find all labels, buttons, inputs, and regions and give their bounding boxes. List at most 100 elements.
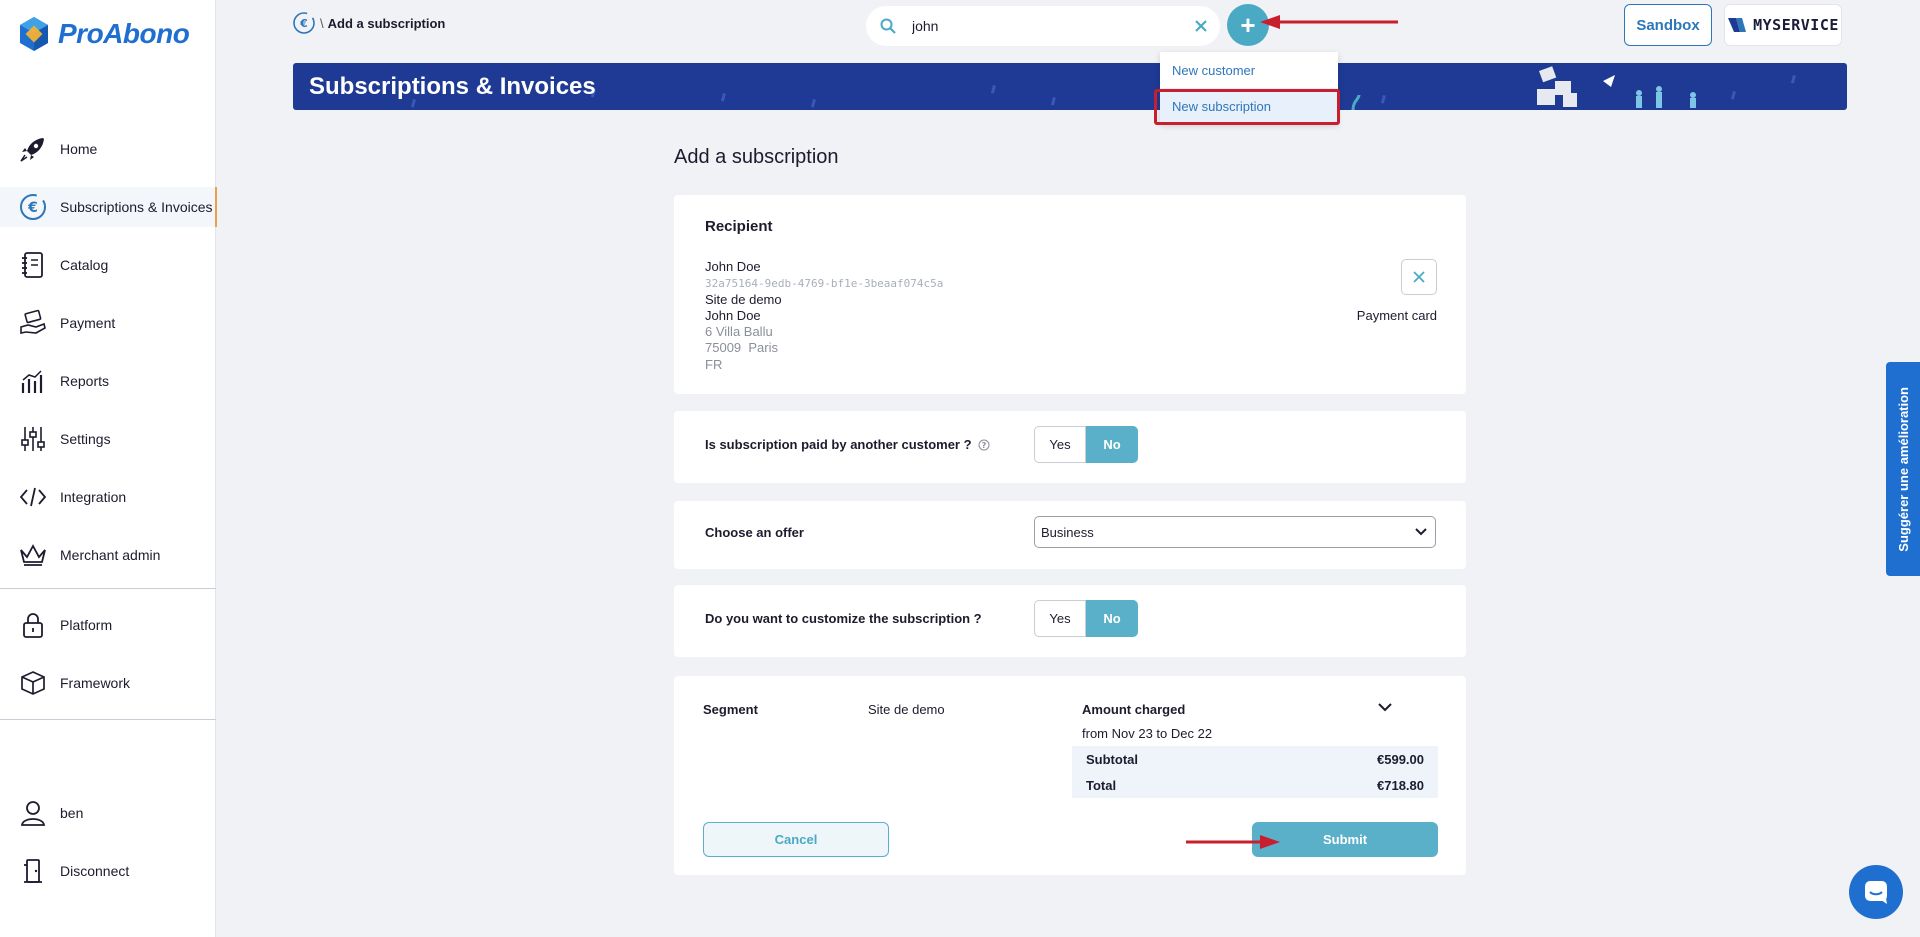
service-switcher[interactable]: MYSERVICE [1724,4,1842,46]
sidebar-item-settings[interactable]: Settings [0,419,216,459]
sidebar-item-platform[interactable]: Platform [0,605,216,645]
annotation-highlight-box [1154,89,1340,125]
main-nav: Home € Subscriptions & Invoices Catalog … [0,129,217,575]
summary-card: Segment Site de demo Amount charged from… [674,676,1466,875]
banner-title: Subscriptions & Invoices [309,73,596,100]
total-value: €718.80 [1377,777,1424,793]
sandbox-button[interactable]: Sandbox [1624,4,1712,46]
brand-name: ProAbono [58,18,190,49]
paid-by-other-toggle: Yes No [1034,426,1138,463]
sidebar-item-label: Platform [60,617,113,633]
recipient-country: FR [705,357,723,372]
recipient-street: 6 Villa Ballu [705,324,773,339]
recipient-contact: John Doe [705,308,761,323]
sidebar-item-label: Home [60,141,98,157]
sidebar-item-label: Subscriptions & Invoices [60,199,213,215]
sidebar-item-label: Reports [60,373,110,389]
recipient-site: Site de demo [705,292,782,307]
sidebar-divider [0,719,216,720]
chevron-down-icon[interactable] [1376,698,1394,716]
subtotal-value: €599.00 [1377,751,1424,767]
amount-charged-label: Amount charged [1082,702,1186,717]
customize-toggle: Yes No [1034,600,1138,637]
customize-no[interactable]: No [1086,600,1138,637]
section-banner: Subscriptions & Invoices [293,63,1847,110]
recipient-id: 32a75164-9edb-4769-bf1e-3beaaf074c5a [705,277,944,290]
sidebar-item-framework[interactable]: Framework [0,663,216,703]
paid-by-other-card: Is subscription paid by another customer… [674,411,1466,483]
subtotal-row: Subtotal €599.00 [1072,746,1438,772]
proabono-logo-icon [20,17,48,51]
total-label: Total [1086,777,1117,793]
notebook-icon [18,250,48,280]
subtotal-label: Subtotal [1086,751,1138,767]
customize-question: Do you want to customize the subscriptio… [705,611,982,626]
search-bar [866,6,1220,46]
clear-search-icon[interactable] [1194,19,1208,33]
menu-item-new-customer[interactable]: New customer [1160,52,1338,88]
offer-select[interactable]: Business [1034,516,1436,548]
total-row: Total €718.80 [1072,772,1438,798]
sidebar-item-label: Payment [60,315,116,331]
suggest-improvement-label: Suggérer une amélioration [1895,386,1911,552]
annotation-arrow-submit [1186,835,1280,849]
page-title: Add a subscription [674,146,839,168]
reports-chart-icon [18,366,48,396]
recipient-heading: Recipient [705,218,773,235]
sidebar-item-label: Settings [60,431,111,447]
sidebar-item-merchant-admin[interactable]: Merchant admin [0,535,216,575]
payment-method: Payment card [1356,308,1437,323]
sidebar-item-home[interactable]: Home [0,129,216,169]
search-input[interactable] [912,18,1194,34]
paid-by-other-yes[interactable]: Yes [1034,426,1086,463]
remove-recipient-button[interactable] [1401,259,1437,295]
sidebar-item-user[interactable]: ben [0,793,216,833]
sidebar-item-subscriptions[interactable]: € Subscriptions & Invoices [0,187,217,227]
recipient-card: Recipient John Doe 32a75164-9edb-4769-bf… [674,195,1466,394]
crown-icon [18,540,48,570]
svg-text:€: € [299,17,308,30]
customize-card: Do you want to customize the subscriptio… [674,585,1466,657]
sidebar-item-label: ben [60,805,84,821]
annotation-arrow-plus [1260,15,1398,29]
service-name: MYSERVICE [1753,16,1839,34]
close-icon [1413,271,1425,283]
paid-by-other-no[interactable]: No [1086,426,1138,463]
offer-label: Choose an offer [705,525,804,540]
sidebar-item-payment[interactable]: Payment [0,303,216,343]
sidebar-item-label: Disconnect [60,863,130,879]
sidebar-item-catalog[interactable]: Catalog [0,245,216,285]
paid-by-other-label: Is subscription paid by another customer… [705,437,972,452]
payment-hand-icon [18,308,48,338]
sidebar-item-label: Catalog [60,257,109,273]
sidebar-item-disconnect[interactable]: Disconnect [0,851,216,891]
sidebar-divider [0,588,216,589]
user-nav: ben Disconnect [0,793,216,891]
sidebar-item-label: Merchant admin [60,547,161,563]
help-icon[interactable]: ? [978,439,990,451]
brand-logo[interactable]: ProAbono [18,16,190,52]
door-icon [18,856,48,886]
segment-value: Site de demo [868,702,945,717]
offer-card: Choose an offer Business [674,501,1466,569]
segment-label: Segment [703,702,758,717]
cube-icon [18,668,48,698]
rocket-icon [18,134,48,164]
cancel-button[interactable]: Cancel [703,822,889,857]
euro-cycle-icon: € [293,12,315,34]
sliders-icon [18,424,48,454]
sidebar-item-integration[interactable]: Integration [0,477,216,517]
customize-yes[interactable]: Yes [1034,600,1086,637]
breadcrumb-separator: \ [320,15,324,31]
recipient-name: John Doe [705,259,761,274]
euro-cycle-icon: € [18,192,48,222]
user-icon [18,798,48,828]
svg-text:€: € [27,200,38,216]
search-icon [880,18,896,34]
suggest-improvement-tab[interactable]: Suggérer une amélioration [1886,362,1920,576]
offer-selected-value: Business [1041,524,1094,540]
chat-button[interactable] [1849,865,1903,919]
breadcrumb: € \ Add a subscription [292,11,445,35]
sidebar-item-reports[interactable]: Reports [0,361,216,401]
myservice-logo-icon [1728,18,1747,32]
